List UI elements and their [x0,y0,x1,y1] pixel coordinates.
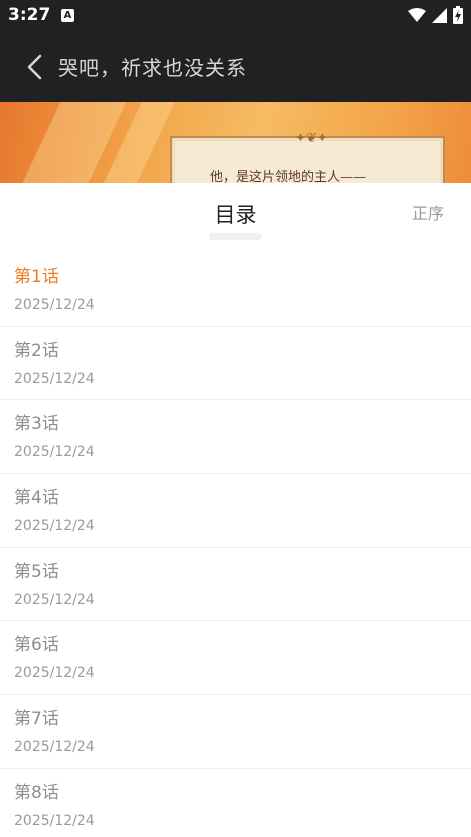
chapter-item-4[interactable]: 第4话 2025/12/24 [0,474,471,548]
chapter-date: 2025/12/24 [14,518,95,535]
chapter-item-1[interactable]: 第1话 2025/12/24 [0,253,471,327]
comic-title: 哭吧，祈求也没关系 [58,56,247,80]
drag-handle[interactable] [209,233,262,240]
ornament-icon: ✦❦✦ [295,131,328,146]
chapter-name: 第4话 [14,488,59,509]
chapter-item-6[interactable]: 第6话 2025/12/24 [0,621,471,696]
toc-header: 目录 正序 [0,183,471,243]
cover-banner: 他，是这片领地的主人—— ✦❦✦ [0,102,471,183]
chapter-date: 2025/12/24 [14,812,95,829]
toc-title: 目录 [214,203,257,227]
app-bar: 哭吧，祈求也没关系 [0,32,471,102]
chapter-name: 第2话 [14,340,59,361]
chapter-name: 第6话 [14,635,59,656]
chapter-name: 第1话 [14,267,59,287]
status-bar: 3:27 A [0,0,471,32]
chapter-item-3[interactable]: 第3话 2025/12/24 [0,400,471,475]
chapter-item-7[interactable]: 第7话 2025/12/24 [0,695,471,769]
chapter-date: 2025/12/24 [14,591,95,608]
chapter-name: 第3话 [14,414,59,435]
chapter-date: 2025/12/24 [14,370,95,387]
chapter-date: 2025/12/24 [14,444,95,461]
signal-icon [432,7,447,23]
chapter-list: 第1话 2025/12/24 第2话 2025/12/24 第3话 2025/1… [0,253,471,837]
sort-order-toggle[interactable]: 正序 [412,200,444,224]
chapter-date: 2025/12/24 [14,297,95,313]
status-icons [408,6,463,24]
notification-badge-icon: A [61,9,74,22]
chapter-item-8[interactable]: 第8话 2025/12/24 [0,769,471,837]
chapter-name: 第7话 [14,709,59,730]
chapter-item-2[interactable]: 第2话 2025/12/24 [0,327,471,401]
wifi-icon [408,7,426,22]
banner-text: 他，是这片领地的主人—— [210,170,367,183]
battery-charging-icon [453,6,463,24]
chapter-date: 2025/12/24 [14,665,95,682]
chapter-name: 第8话 [14,782,59,803]
status-time: 3:27 [8,5,51,25]
chapter-name: 第5话 [14,561,59,582]
chapter-item-5[interactable]: 第5话 2025/12/24 [0,548,471,622]
chevron-left-icon[interactable] [22,52,50,82]
chapter-date: 2025/12/24 [14,739,95,756]
toc-sheet: 目录 正序 第1话 2025/12/24 第2话 2025/12/24 第3话 … [0,183,471,837]
